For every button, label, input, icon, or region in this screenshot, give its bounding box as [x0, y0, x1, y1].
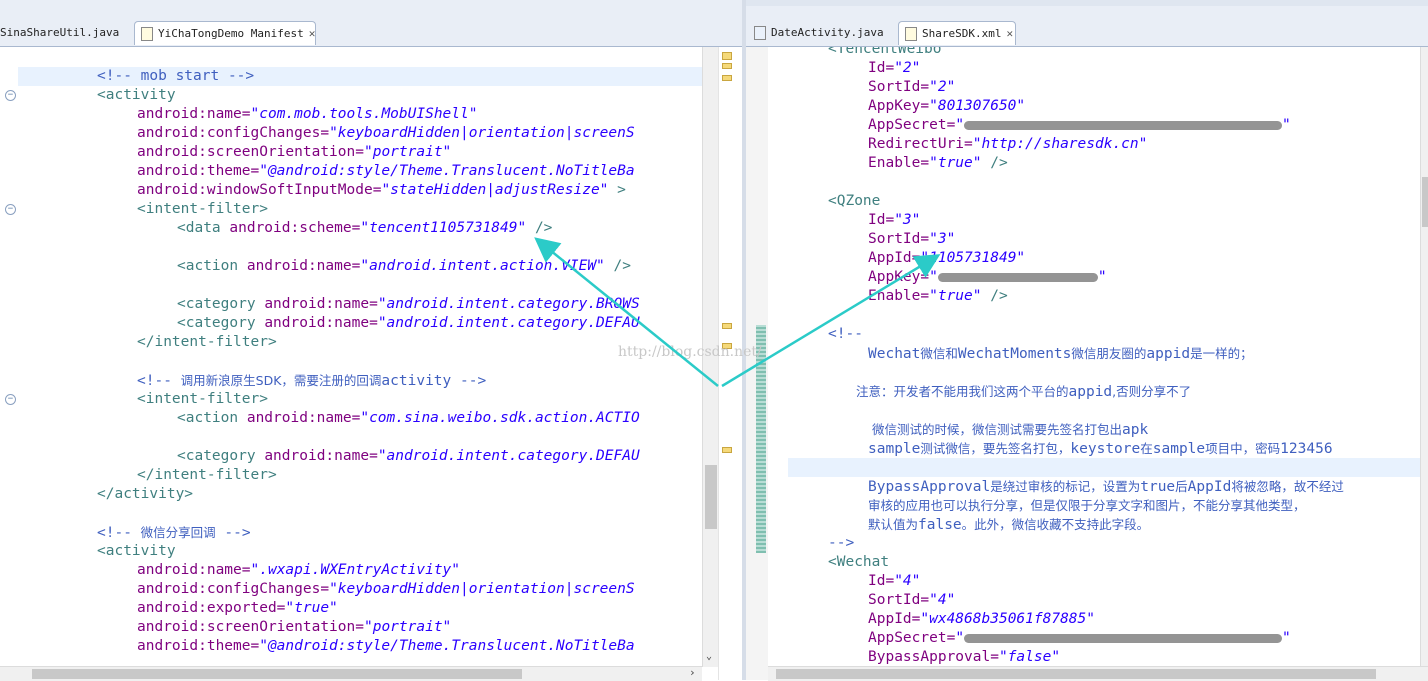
code-line: android:theme="@android:style/Theme.Tran… [137, 163, 635, 179]
code-line: RedirectUri="http://sharesdk.cn" [868, 136, 1148, 152]
fold-icon[interactable]: − [5, 394, 16, 405]
code-line: AppId="wx4868b35061f87885" [868, 611, 1095, 627]
code-line: 微信测试的时候，微信测试需要先签名打包出apk [872, 422, 1149, 438]
code-line: AppSecret=" " [868, 630, 1291, 646]
current-line-highlight [788, 458, 1424, 477]
tab-manifest[interactable]: YiChaTongDemo Manifest ✕ [134, 21, 316, 45]
code-line: </activity> [97, 486, 194, 502]
code-line: AppSecret=" " [868, 117, 1291, 133]
right-ruler [746, 47, 769, 680]
code-line: <Wechat [828, 554, 890, 570]
right-vertical-scrollbar[interactable] [1420, 47, 1428, 667]
warning-marker[interactable] [722, 52, 732, 60]
code-line: android:theme="@android:style/Theme.Tran… [137, 638, 635, 654]
code-line: BypassApproval="false" [868, 649, 1061, 665]
close-icon[interactable]: ✕ [1006, 27, 1013, 40]
redacted-secret [937, 272, 1098, 282]
scroll-thumb[interactable] [705, 465, 717, 529]
code-line: android:screenOrientation="portrait" [137, 619, 452, 635]
code-line: android:screenOrientation="portrait" [137, 144, 452, 160]
code-line: </intent-filter> [137, 334, 277, 350]
code-line: AppKey="801307650" [868, 98, 1026, 114]
overview-ruler [718, 47, 743, 680]
warning-marker[interactable] [722, 323, 732, 329]
code-line: <TencentWeibo [828, 47, 942, 57]
code-line: Id="3" [868, 212, 921, 228]
scroll-thumb[interactable] [776, 669, 1376, 679]
scroll-thumb[interactable] [32, 669, 522, 679]
code-line: <!-- mob start --> [97, 68, 255, 84]
fold-icon[interactable]: − [5, 90, 16, 101]
warning-marker[interactable] [722, 447, 732, 453]
right-horizontal-scrollbar[interactable] [768, 666, 1428, 681]
tab-label: YiChaTongDemo Manifest [158, 27, 304, 40]
watermark: http://blog.csdn.net/ [618, 344, 762, 360]
xml-file-icon [905, 27, 917, 41]
code-line: sample测试微信，要先签名打包，keystore在sample项目中，密码1… [868, 441, 1333, 457]
code-line: <action android:name="com.sina.weibo.sdk… [177, 410, 640, 426]
right-tab-bar: DateActivity.java ShareSDK.xml ✕ [746, 0, 1428, 47]
code-line: <action android:name="android.intent.act… [177, 258, 631, 274]
code-line: <activity [97, 543, 176, 559]
code-line: <!-- 微信分享回调 --> [97, 525, 251, 541]
tab-sinashareutil[interactable]: SinaShareUtil.java [0, 21, 130, 45]
code-line: SortId="4" [868, 592, 956, 608]
scroll-thumb[interactable] [1422, 177, 1428, 227]
code-line: <intent-filter> [137, 201, 268, 217]
code-line: Id="4" [868, 573, 921, 589]
code-line: android:windowSoftInputMode="stateHidden… [137, 182, 626, 198]
warning-marker[interactable] [722, 75, 732, 81]
code-line: <category android:name="android.intent.c… [177, 296, 640, 312]
scroll-down-icon[interactable]: ⌄ [706, 651, 712, 662]
code-line: Enable="true" /> [868, 155, 1008, 171]
code-line: 注意：开发者不能用我们这两个平台的appid,否则分享不了 [856, 384, 1192, 400]
manifest-file-icon [141, 27, 153, 41]
warning-marker[interactable] [722, 63, 732, 69]
code-line: <!-- 调用新浪原生SDK，需要注册的回调activity --> [137, 373, 487, 389]
code-line: android:name="com.mob.tools.MobUIShell" [137, 106, 478, 122]
right-editor[interactable]: <TencentWeibo Id="2" SortId="2" AppKey="… [768, 47, 1428, 667]
code-line: <!-- [828, 326, 863, 342]
tab-dateactivity[interactable]: DateActivity.java [748, 21, 894, 45]
code-line: <data android:scheme="tencent1105731849"… [177, 220, 553, 236]
left-horizontal-scrollbar[interactable]: › [0, 666, 702, 681]
code-line: </intent-filter> [137, 467, 277, 483]
code-line: 默认值为false。此外，微信收藏不支持此字段。 [868, 517, 1150, 533]
tab-label: DateActivity.java [771, 26, 884, 39]
code-line: <intent-filter> [137, 391, 268, 407]
code-line: Id="2" [868, 60, 921, 76]
tab-label: ShareSDK.xml [922, 27, 1002, 40]
left-editor[interactable]: − − − <!-- mob start --> <activity andro… [0, 47, 718, 667]
code-line: android:exported="true" [137, 600, 338, 616]
code-line: --> [828, 535, 855, 551]
tab-label: SinaShareUtil.java [0, 26, 120, 39]
redacted-secret [964, 633, 1283, 643]
tab-sharesdk-xml[interactable]: ShareSDK.xml ✕ [898, 21, 1016, 45]
code-line: 审核的应用也可以执行分享，但是仅限于分享文字和图片，不能分享其他类型， [868, 498, 1306, 513]
code-line: <category android:name="android.intent.c… [177, 315, 640, 331]
code-line: SortId="2" [868, 79, 956, 95]
code-line: AppKey=" " [868, 269, 1107, 285]
redacted-secret [964, 120, 1283, 130]
fold-icon[interactable]: − [5, 204, 16, 215]
code-line: <category android:name="android.intent.c… [177, 448, 640, 464]
close-icon[interactable]: ✕ [309, 27, 316, 40]
left-tab-bar: SinaShareUtil.java YiChaTongDemo Manifes… [0, 0, 742, 47]
code-line: AppId="1105731849" [868, 250, 1026, 266]
code-line: android:configChanges="keyboardHidden|or… [137, 125, 635, 141]
code-line: <QZone [828, 193, 881, 209]
java-file-icon [754, 26, 766, 40]
code-line: android:configChanges="keyboardHidden|or… [137, 581, 635, 597]
scroll-right-icon[interactable]: › [689, 666, 696, 679]
code-line: SortId="3" [868, 231, 956, 247]
code-line: Enable="true" /> [868, 288, 1008, 304]
code-line: BypassApproval是绕过审核的标记，设置为true后AppId将被忽略… [868, 479, 1344, 495]
code-line: <activity [97, 87, 176, 103]
top-edge [746, 0, 1428, 6]
code-line: android:name=".wxapi.WXEntryActivity" [137, 562, 461, 578]
code-line: Wechat微信和WechatMoments微信朋友圈的appid是一样的； [868, 346, 1253, 362]
